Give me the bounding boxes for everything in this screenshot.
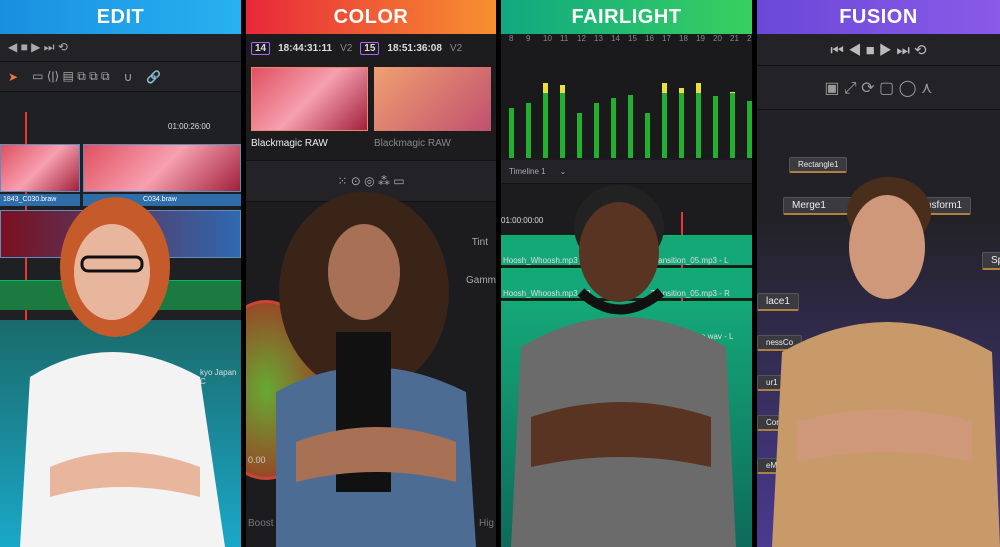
level-meter xyxy=(543,83,548,158)
ruler-timecode: 01:00:26:00 xyxy=(168,122,211,131)
link-icon[interactable]: 🔗 xyxy=(146,70,161,84)
level-meter xyxy=(713,96,718,158)
clip-label: Blackmagic RAW xyxy=(374,138,451,149)
channel-label: 8 xyxy=(509,34,514,43)
channel-label: 17 xyxy=(662,34,671,43)
channel-label: 19 xyxy=(696,34,705,43)
level-meter xyxy=(679,88,684,158)
person-edit-presenter xyxy=(20,197,225,547)
pointer-icon[interactable]: ➤ xyxy=(8,70,18,84)
channel-label: 20 xyxy=(713,34,722,43)
person-fusion-presenter xyxy=(772,177,1000,547)
level-meter xyxy=(730,92,735,158)
color-panel: COLOR 14 18:44:31:11 V2 15 18:51:36:08 V… xyxy=(246,0,496,547)
clip-track: V2 xyxy=(449,43,463,54)
clip-label: Blackmagic RAW xyxy=(251,138,328,149)
channel-label: 2 xyxy=(747,34,752,43)
channel-label: 9 xyxy=(526,34,531,43)
clip-thumbnail[interactable] xyxy=(374,67,491,131)
transport-controls[interactable]: ◀ ■ ▶ ⏭ ⟲ xyxy=(0,34,241,62)
level-meter xyxy=(594,103,599,158)
fairlight-header: FAIRLIGHT xyxy=(501,0,752,34)
fairlight-panel: FAIRLIGHT 8 9 10 11 12 13 14 15 16 17 18 19 20 21 2 Ti… xyxy=(501,0,752,547)
edit-panel: EDIT ◀ ■ ▶ ⏭ ⟲ ➤ ▭ ⟨|⟩ ▤ ⧉ ⧉ ⧉ ∪ 🔗 01:00:2… xyxy=(0,0,241,547)
clip-timecode: 18:51:36:08 xyxy=(387,43,442,54)
fusion-toolbar[interactable]: ▣ ⤢ ⟳ ▢ ◯ ⋏ xyxy=(757,66,1000,110)
color-header: COLOR xyxy=(246,0,496,34)
channel-label: 18 xyxy=(679,34,688,43)
channel-label: 15 xyxy=(628,34,637,43)
level-meter xyxy=(747,101,752,158)
level-meter xyxy=(560,85,565,158)
clip-number: 14 xyxy=(251,42,271,55)
level-meter xyxy=(611,98,616,158)
level-meter xyxy=(645,113,650,158)
clip-info: 14 18:44:31:11 V2 15 18:51:36:08 V2 xyxy=(251,42,496,55)
clip-timecode: 18:44:31:11 xyxy=(278,43,333,54)
channel-label: 14 xyxy=(611,34,620,43)
clip-number: 15 xyxy=(360,42,380,55)
channel-label: 16 xyxy=(645,34,654,43)
level-meter xyxy=(628,95,633,158)
transport-controls[interactable]: ⏮ ◀ ■ ▶ ⏭ ⟲ xyxy=(757,34,1000,66)
audio-meters: 8 9 10 11 12 13 14 15 16 17 18 19 20 21 2 xyxy=(501,34,752,158)
channel-label: 11 xyxy=(560,34,569,43)
fusion-header: FUSION xyxy=(757,0,1000,34)
channel-label: 10 xyxy=(543,34,552,43)
person-color-presenter xyxy=(276,192,476,547)
magnet-icon[interactable]: ∪ xyxy=(124,70,133,84)
level-meter xyxy=(696,83,701,158)
timeline-name[interactable]: Timeline 1 xyxy=(509,167,546,176)
level-meter xyxy=(577,113,582,158)
clip-thumbnail[interactable] xyxy=(251,67,368,131)
level-meter xyxy=(509,108,514,158)
node-rectangle1[interactable]: Rectangle1 xyxy=(789,157,848,173)
clip-track: V2 xyxy=(340,43,353,54)
channel-label: 12 xyxy=(577,34,586,43)
person-fairlight-presenter xyxy=(511,185,736,547)
fusion-panel: FUSION ⏮ ◀ ■ ▶ ⏭ ⟲ ▣ ⤢ ⟳ ▢ ◯ ⋏ Rectangle… xyxy=(757,0,1000,547)
chevron-down-icon[interactable]: ⌄ xyxy=(560,167,567,176)
channel-label: 21 xyxy=(730,34,739,43)
edit-toolbar[interactable]: ➤ ▭ ⟨|⟩ ▤ ⧉ ⧉ ⧉ ∪ 🔗 xyxy=(0,62,241,92)
channel-label: 13 xyxy=(594,34,603,43)
level-meter xyxy=(662,83,667,158)
edit-header: EDIT xyxy=(0,0,241,34)
level-meter xyxy=(526,103,531,158)
